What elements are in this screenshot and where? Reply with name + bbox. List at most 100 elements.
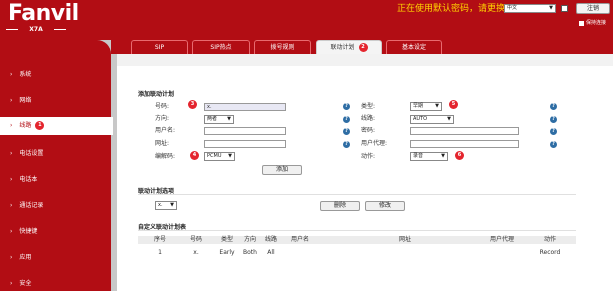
number-input[interactable]: x. <box>204 103 286 111</box>
modify-button[interactable]: 修改 <box>365 201 405 211</box>
password-label: 密码: <box>361 127 376 134</box>
col-header: 网址 <box>398 236 411 243</box>
col-header: 类型 <box>220 236 233 243</box>
chevron-right-icon: › <box>10 202 13 209</box>
cell-type: Early <box>219 249 235 256</box>
step-badge-3: 3 <box>188 100 197 109</box>
col-header: 用户代理 <box>489 236 514 243</box>
col-header: 号码 <box>189 236 202 243</box>
codec-select[interactable]: PCMU ▼ <box>204 152 235 161</box>
col-header: 用户名 <box>290 236 309 243</box>
step-badge-5: 5 <box>449 100 458 109</box>
logout-button[interactable]: 注销 <box>576 3 610 14</box>
help-icon[interactable]: ? <box>343 103 350 110</box>
number-label: 号码: <box>155 103 170 110</box>
sidebar-item-system[interactable]: › 系统 <box>0 65 111 85</box>
tab-sip[interactable]: SIP <box>131 40 188 54</box>
username-input[interactable] <box>204 127 286 135</box>
col-header: 线路 <box>264 236 277 243</box>
chevron-down-icon: ▼ <box>228 153 232 159</box>
chevron-right-icon: › <box>10 254 13 261</box>
type-label: 类型: <box>361 103 376 110</box>
chevron-right-icon: › <box>10 97 13 104</box>
chevron-down-icon: ▼ <box>170 202 174 208</box>
chevron-down-icon: ▼ <box>447 116 451 122</box>
tab-dial-rules[interactable]: 拨号规则 <box>254 40 311 54</box>
help-icon[interactable]: ? <box>550 103 557 110</box>
sidebar-item-network[interactable]: › 网络 <box>0 91 111 111</box>
direction-select[interactable]: 两者 ▼ <box>204 115 234 124</box>
sidebar-item-shortcuts[interactable]: › 快捷键 <box>0 222 111 242</box>
step-badge-4: 4 <box>190 151 199 160</box>
chevron-right-icon: › <box>10 71 13 78</box>
direction-label: 方向: <box>155 115 170 122</box>
plan-select[interactable]: x. ▼ <box>155 201 177 210</box>
add-plan-title: 添加联动计划 <box>138 91 175 98</box>
proxy-input[interactable] <box>410 140 519 148</box>
tab-label: 联动计划 <box>330 44 355 51</box>
fanvil-logo: Fanvil <box>8 1 79 26</box>
help-icon[interactable]: ? <box>550 128 557 135</box>
sidebar-item-call-log[interactable]: › 通话记录 <box>0 196 111 216</box>
chevron-down-icon: ▼ <box>441 153 445 159</box>
tab-basic-settings[interactable]: 基本设定 <box>386 40 442 54</box>
language-select[interactable]: 中文 ▼ <box>504 4 556 13</box>
action-value: 录音 <box>413 153 424 159</box>
sidebar-item-label: 应用 <box>19 254 32 261</box>
chevron-right-icon: › <box>10 280 13 287</box>
sidebar-item-phonebook[interactable]: › 电话本 <box>0 170 111 190</box>
action-select[interactable]: 录音 ▼ <box>410 152 448 161</box>
help-icon[interactable]: ? <box>343 128 350 135</box>
sidebar-item-apps[interactable]: › 应用 <box>0 248 111 268</box>
col-header: 序号 <box>153 236 166 243</box>
password-input[interactable] <box>410 127 519 135</box>
chevron-right-icon: › <box>10 150 13 157</box>
url-input[interactable] <box>204 140 286 148</box>
add-button[interactable]: 添加 <box>262 165 302 175</box>
help-icon[interactable]: ? <box>343 141 350 148</box>
cell-line: All <box>267 249 275 256</box>
help-icon[interactable]: ? <box>343 116 350 123</box>
cell-number: x. <box>193 249 199 256</box>
cell-direction: Both <box>243 249 257 256</box>
header-checkbox[interactable] <box>561 5 568 12</box>
line-select[interactable]: AUTO ▼ <box>410 115 454 124</box>
sidebar-item-label: 快捷键 <box>19 228 38 235</box>
col-header: 方向 <box>243 236 256 243</box>
chevron-right-icon: › <box>10 176 13 183</box>
chevron-down-icon: ▼ <box>435 103 439 109</box>
delete-button[interactable]: 删除 <box>320 201 360 211</box>
sidebar-item-security[interactable]: › 安全 <box>0 274 111 291</box>
tab-sip-hotspot[interactable]: SIP热点 <box>192 40 250 54</box>
cell-index: 1 <box>158 249 162 256</box>
top-header: Fanvil X7A 正在使用默认密码，请更换 中文 ▼ 注销 保持连接 <box>0 0 613 40</box>
divider <box>138 194 576 195</box>
sidebar-item-phone-settings[interactable]: › 电话设置 <box>0 144 111 164</box>
language-value: 中文 <box>507 5 518 11</box>
type-select[interactable]: 早期 ▼ <box>410 102 442 111</box>
content-top-band <box>117 54 613 66</box>
chevron-down-icon: ▼ <box>227 116 231 122</box>
default-password-warning[interactable]: 正在使用默认密码，请更换 <box>397 4 505 14</box>
sidebar-item-label: 线路 <box>19 122 32 129</box>
sidebar-item-line[interactable]: › 线路 1 <box>0 117 113 135</box>
sidebar-item-label: 系统 <box>19 71 32 78</box>
sidebar-item-label: 电话本 <box>19 176 38 183</box>
type-value: 早期 <box>413 103 424 109</box>
codec-label: 编解码: <box>155 153 176 160</box>
line-label: 线路: <box>361 115 376 122</box>
proxy-label: 用户代理: <box>361 140 388 147</box>
keep-login-label: 保持连接 <box>586 20 607 26</box>
model-label: X7A <box>6 25 66 34</box>
help-icon[interactable]: ? <box>550 141 557 148</box>
sidebar-item-label: 电话设置 <box>19 150 44 157</box>
col-header: 动作 <box>543 236 556 243</box>
help-icon[interactable]: ? <box>550 116 557 123</box>
keep-login-checkbox[interactable] <box>579 21 584 26</box>
chevron-right-icon: › <box>10 228 13 235</box>
tab-action-plan[interactable]: 联动计划 2 <box>316 40 382 54</box>
sidebar-item-label: 通话记录 <box>19 202 44 209</box>
url-label: 网址: <box>155 140 170 147</box>
username-label: 用户名: <box>155 127 176 134</box>
plan-select-value: x. <box>158 202 163 208</box>
